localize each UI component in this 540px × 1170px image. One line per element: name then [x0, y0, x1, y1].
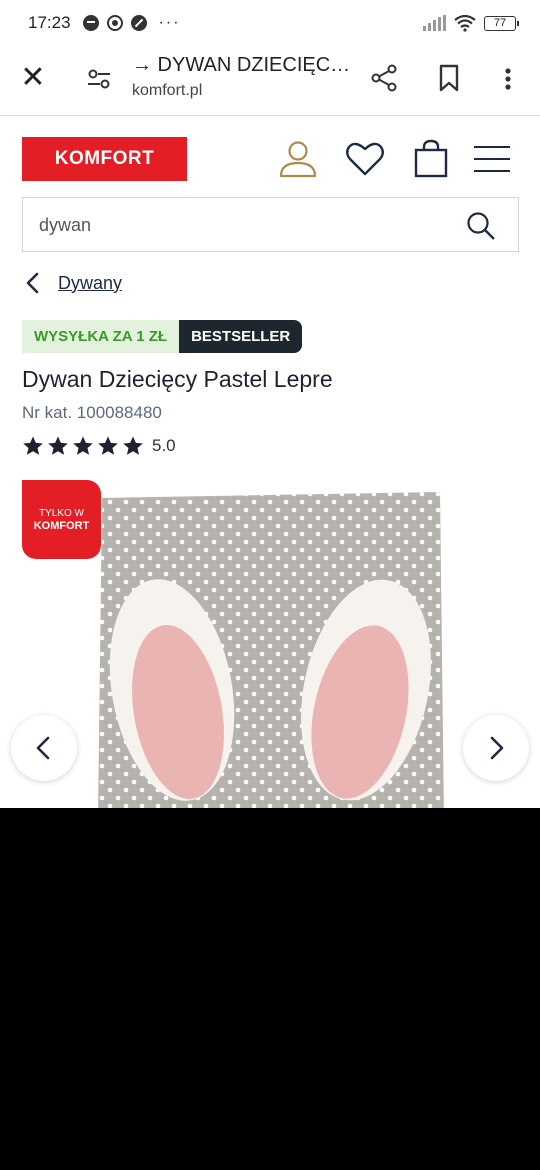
product-image[interactable]	[98, 490, 444, 808]
screen: 17:23 ··· 77 ✕ → DYWAN DZIECIĘCY komfort…	[0, 0, 540, 808]
signal-icon	[423, 15, 446, 31]
site-settings-icon[interactable]	[86, 64, 112, 94]
chevron-right-icon	[490, 736, 504, 760]
komfort-logo[interactable]: KOMFORT	[22, 137, 187, 181]
status-bar: 17:23 ··· 77	[0, 0, 540, 46]
more-notifications-icon: ···	[158, 14, 181, 31]
breadcrumb[interactable]: Dywany	[22, 268, 122, 298]
battery-level: 77	[493, 16, 507, 29]
shipping-badge: WYSYŁKA ZA 1 ZŁ	[22, 320, 180, 353]
dnd-icon	[130, 15, 147, 31]
status-time: 17:23	[28, 13, 71, 32]
chevron-left-icon[interactable]	[22, 271, 44, 295]
battery-icon: 77	[484, 15, 519, 31]
more-vert-icon[interactable]	[498, 64, 518, 94]
exclusive-badge-line1: TYLKO W	[38, 507, 84, 519]
wifi-icon	[454, 14, 476, 32]
star-icon	[98, 436, 118, 455]
search-box	[22, 197, 519, 252]
star-icon	[123, 436, 143, 455]
rating-value: 5.0	[152, 436, 176, 455]
breadcrumb-link-dywany[interactable]: Dywany	[58, 273, 122, 294]
menu-hamburger-icon[interactable]	[471, 138, 513, 180]
product-title: Dywan Dziecięcy Pastel Lepre	[22, 366, 333, 392]
wishlist-heart-icon[interactable]	[344, 138, 386, 180]
search-icon[interactable]	[466, 211, 496, 241]
product-sku: Nr kat. 100088480	[22, 403, 162, 422]
search-input[interactable]	[39, 212, 439, 238]
exclusive-badge-line2: KOMFORT	[33, 519, 90, 532]
star-icon	[73, 436, 93, 455]
star-icon	[48, 436, 68, 455]
chevron-left-icon	[36, 736, 50, 760]
close-icon[interactable]: ✕	[18, 63, 48, 94]
whatsapp-icon	[106, 15, 123, 31]
gallery-next-button[interactable]	[463, 715, 529, 781]
bestseller-badge: BESTSELLER	[179, 320, 303, 353]
messenger-icon	[82, 15, 99, 31]
rating-stars	[22, 435, 147, 457]
bookmark-icon[interactable]	[437, 64, 461, 92]
share-icon[interactable]	[370, 64, 398, 92]
product-badges: WYSYŁKA ZA 1 ZŁ BESTSELLER	[22, 320, 303, 353]
cart-bag-icon[interactable]	[410, 138, 452, 180]
product-rating[interactable]: 5.0	[22, 433, 176, 459]
account-icon[interactable]	[277, 138, 319, 180]
exclusive-badge: TYLKO W KOMFORT	[22, 480, 101, 559]
page-url: komfort.pl	[132, 82, 203, 99]
star-icon	[23, 436, 43, 455]
page-title: → DYWAN DZIECIĘCY PASTEL LEPRE	[132, 54, 356, 76]
browser-toolbar: ✕ → DYWAN DZIECIĘCY PASTEL LEPRE komfort…	[0, 46, 540, 116]
gallery-prev-button[interactable]	[11, 715, 77, 781]
